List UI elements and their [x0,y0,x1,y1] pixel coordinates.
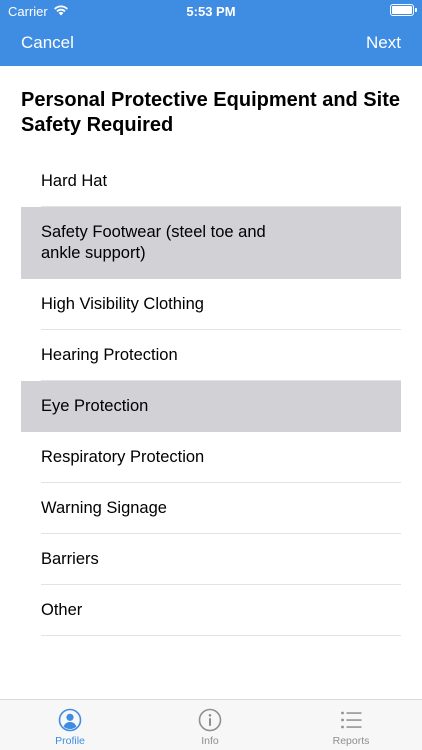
status-time: 5:53 PM [186,4,236,19]
list-item-other[interactable]: Other [21,585,401,636]
list-item-label: Other [41,601,83,619]
tab-label: Profile [55,735,85,747]
status-right [390,4,417,16]
tab-bar: Profile Info Reports [0,699,422,750]
ppe-list: Hard Hat Safety Footwear (steel toe and … [21,156,401,636]
tab-label: Reports [332,735,370,747]
list-item-label: Safety Footwear (steel toe and ankle sup… [41,223,266,262]
tab-reports[interactable]: Reports [306,708,396,747]
list-item-respiratory-protection[interactable]: Respiratory Protection [21,432,401,483]
profile-icon [58,708,82,735]
list-item-label: Barriers [41,550,99,568]
list-icon [339,708,363,735]
list-item-label: Hard Hat [41,172,108,190]
status-bar: Carrier 5:53 PM [0,0,422,22]
tab-info[interactable]: Info [165,708,255,747]
list-item-label: High Visibility Clothing [41,295,204,313]
info-icon [198,708,222,735]
list-item-high-visibility-clothing[interactable]: High Visibility Clothing [21,279,401,330]
next-button[interactable]: Next [366,33,401,53]
tab-profile[interactable]: Profile [25,708,115,747]
list-item-barriers[interactable]: Barriers [21,534,401,585]
page-title: Personal Protective Equipment and Site S… [21,89,400,136]
screen: Carrier 5:53 PM Cancel Next Personal Pro… [0,0,422,750]
list-item-warning-signage[interactable]: Warning Signage [21,483,401,534]
list-item-hearing-protection[interactable]: Hearing Protection [21,330,401,381]
header: Carrier 5:53 PM Cancel Next [0,0,422,66]
list-item-label: Eye Protection [41,397,149,415]
battery-icon [390,4,417,16]
list-item-label: Warning Signage [41,499,167,517]
list-item-hard-hat[interactable]: Hard Hat [21,156,401,207]
tab-label: Info [201,735,219,747]
nav-bar: Cancel Next [0,22,422,66]
list-item-eye-protection[interactable]: Eye Protection [21,381,401,432]
list-item-label: Respiratory Protection [41,448,205,466]
cancel-button[interactable]: Cancel [21,33,74,53]
list-item-label: Hearing Protection [41,346,178,364]
list-item-safety-footwear[interactable]: Safety Footwear (steel toe and ankle sup… [21,207,401,279]
